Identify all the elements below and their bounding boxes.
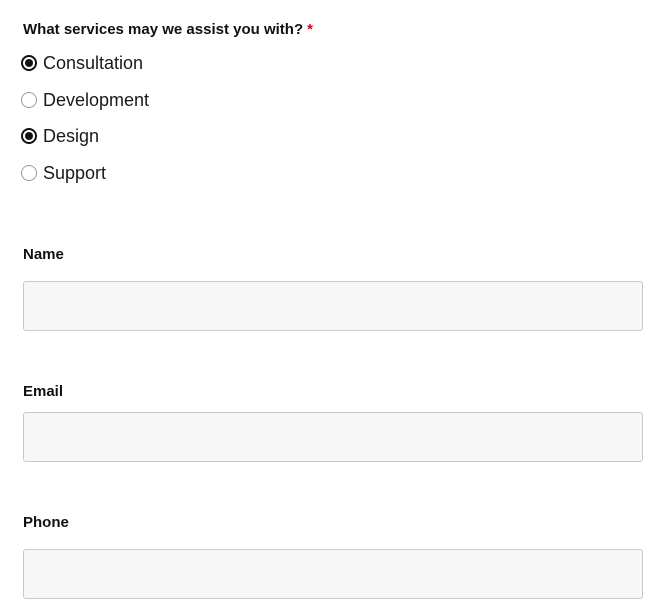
phone-label: Phone [23,514,69,531]
service-option-label: Development [43,89,150,110]
service-option-label: Support [43,162,107,183]
service-option-consultation[interactable]: Consultation [21,51,149,75]
service-option-support[interactable]: Support [21,161,149,185]
service-option-label: Design [43,126,100,146]
name-label: Name [23,246,64,263]
radio-design[interactable] [21,128,37,144]
radio-consultation[interactable] [21,55,37,71]
service-option-development[interactable]: Development [21,88,149,112]
required-marker: * [307,21,313,38]
service-option-label: Consultation [43,53,144,73]
phone-input[interactable] [23,549,643,599]
services-question-label: What services may we assist you with? [23,21,304,38]
email-label: Email [23,383,64,400]
radio-support[interactable] [21,164,37,181]
services-options: Consultation Development Design Support [21,51,149,197]
services-question: What services may we assist you with? * [23,21,313,38]
service-option-design[interactable]: Design [21,124,149,148]
name-input[interactable] [23,281,643,331]
radio-development[interactable] [21,91,37,108]
email-input[interactable] [23,412,643,462]
